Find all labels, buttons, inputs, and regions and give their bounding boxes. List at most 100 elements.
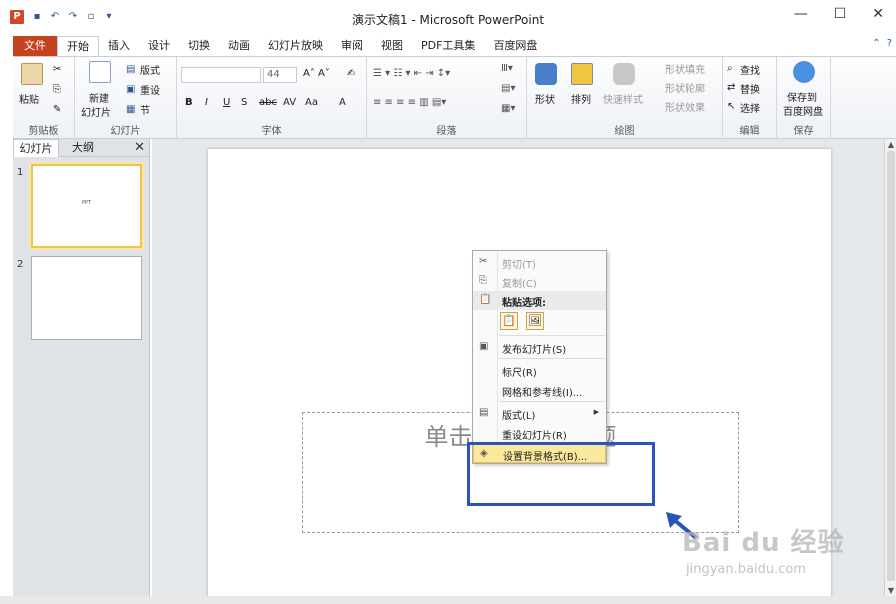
cut-icon[interactable]: ✂ [53,63,61,77]
tab-design[interactable]: 设计 [139,36,179,56]
save-to-label[interactable]: 保存到 [787,89,817,104]
shape-outline-button[interactable]: 形状轮廓 [665,80,705,95]
baidu-netdisk-icon[interactable] [793,61,815,83]
bold-button[interactable]: B [185,97,193,108]
tab-slides[interactable]: 幻灯片 [13,139,59,157]
menu-item-grid-guides[interactable]: 网格和参考线(I)... [473,381,606,400]
submenu-arrow-icon: ▶ [593,408,599,416]
ribbon-right-controls: ⌃ ? [872,38,892,49]
minimize-button[interactable]: — [794,6,808,22]
font-name-box[interactable] [181,67,261,83]
replace-button[interactable]: 替换 [740,81,760,96]
paste-icon[interactable] [21,63,43,85]
menu-item-copy[interactable]: ⎘ 复制(C) [473,272,606,291]
list-buttons[interactable]: ☰ ▾ ☷ ▾ ⇤ ⇥ ↕▾ [373,68,450,79]
close-button[interactable]: ✕ [872,6,884,22]
vertical-scrollbar[interactable]: ▲ ▼ [884,139,896,596]
tab-insert[interactable]: 插入 [99,36,139,56]
tab-review[interactable]: 审阅 [332,36,372,56]
close-panel-icon[interactable]: ✕ [134,141,145,155]
new-slide-icon[interactable] [89,61,111,83]
tab-home[interactable]: 开始 [57,36,99,56]
menu-item-label: 发布幻灯片(S) [502,345,567,356]
paste-button[interactable]: 粘贴 [19,91,39,106]
tab-pdf-tools[interactable]: PDF工具集 [412,36,484,56]
find-icon: ⌕ [727,63,733,74]
arrange-icon[interactable] [571,63,593,85]
change-case-button[interactable]: Aa [305,97,318,108]
ribbon-tabs: 文件 开始 插入 设计 切换 动画 幻灯片放映 审阅 视图 PDF工具集 百度网… [13,36,546,56]
text-direction-button[interactable]: Ⅲ▾ [501,63,513,74]
tab-slideshow[interactable]: 幻灯片放映 [259,36,332,56]
clear-format-button[interactable]: ✍ [347,68,355,79]
copy-icon[interactable]: ⎘ [53,83,61,97]
help-icon[interactable]: ? [887,38,892,49]
collapse-ribbon-icon[interactable]: ⌃ [872,38,880,49]
menu-header-paste-options: 📋 粘贴选项: [473,291,606,310]
layout-button[interactable]: 版式 [140,62,160,77]
strikethrough-button[interactable]: abc [259,97,277,108]
format-painter-icon[interactable]: ✎ [53,103,61,117]
font-size-box[interactable]: 44 [263,67,297,83]
scroll-up-icon[interactable]: ▲ [885,140,896,149]
section-button[interactable]: 节 [140,102,150,117]
tab-transitions[interactable]: 切换 [179,36,219,56]
select-button[interactable]: 选择 [740,100,760,115]
paste-picture-icon[interactable]: 🖼 [526,312,544,330]
scroll-down-icon[interactable]: ▼ [885,586,896,595]
grow-font-button[interactable]: A˄ A˅ [303,68,330,79]
paste-keep-format-icon[interactable]: 📋 [500,312,518,330]
reset-button[interactable]: 重设 [140,82,160,97]
font-color-button[interactable]: A [339,97,346,108]
menu-separator [499,358,605,359]
shape-effects-button[interactable]: 形状效果 [665,99,705,114]
window-title: 演示文稿1 - Microsoft PowerPoint [351,13,545,27]
group-label-save: 保存 [793,126,814,137]
arrange-button[interactable]: 排列 [571,91,591,106]
underline-button[interactable]: U [223,97,230,108]
slide-thumbnail-2[interactable] [31,256,142,340]
italic-button[interactable]: I [205,97,208,108]
maximize-button[interactable]: ☐ [834,6,847,22]
char-spacing-button[interactable]: AV [283,97,296,108]
align-buttons[interactable]: ≡ ≡ ≡ ≡ ▥ ▤▾ [373,97,446,108]
slide-thumbnail-1[interactable]: PPT [31,164,142,248]
copy-icon: ⎘ [479,275,487,286]
scrollbar-thumb[interactable] [887,151,895,581]
shape-fill-button[interactable]: 形状填充 [665,61,705,76]
quick-styles-button[interactable]: 快速样式 [603,91,643,106]
smartart-button[interactable]: ▦▾ [501,103,515,114]
tab-file[interactable]: 文件 [13,36,57,56]
shapes-button[interactable]: 形状 [535,91,555,106]
find-button[interactable]: 查找 [740,62,760,77]
menu-item-ruler[interactable]: 标尺(R) [473,361,606,380]
shapes-icon[interactable] [535,63,557,85]
reset-icon: ▣ [126,84,136,95]
shadow-button[interactable]: S [241,97,247,108]
group-label-font: 字体 [261,126,282,137]
publish-icon: ▣ [479,341,489,352]
tab-animations[interactable]: 动画 [219,36,259,56]
menu-item-reset-slide[interactable]: 重设幻灯片(R) [473,424,606,443]
menu-item-label: 复制(C) [502,279,537,290]
tab-outline[interactable]: 大纲 [63,139,103,157]
menu-item-publish-slides[interactable]: ▣ 发布幻灯片(S) [473,338,606,357]
menu-item-label: 剪切(T) [502,260,536,271]
new-slide-label2[interactable]: 幻灯片 [81,104,111,119]
slide-thumbnail-text: PPT [81,200,92,206]
menu-separator [499,335,605,336]
new-slide-label[interactable]: 新建 [89,90,109,105]
menu-item-label: 粘贴选项: [502,298,546,309]
section-icon: ▦ [126,104,136,115]
menu-item-cut[interactable]: ✂ 剪切(T) [473,253,606,272]
quick-styles-icon [613,63,635,85]
title-bar: P ▪ ↶ ↷ ▫ ▾ 演示文稿1 - Microsoft PowerPoint… [0,0,896,36]
group-drawing: 形状 排列 快速样式 形状填充 形状轮廓 形状效果 绘图 [527,57,723,139]
slides-panel: 幻灯片 大纲 ✕ 1 PPT 2 [13,139,150,596]
baidu-netdisk-label[interactable]: 百度网盘 [783,103,823,118]
align-text-button[interactable]: ▤▾ [501,83,515,94]
tab-baidu-netdisk[interactable]: 百度网盘 [484,36,546,56]
tab-view[interactable]: 视图 [372,36,412,56]
slide-number: 2 [17,259,24,270]
menu-item-layout[interactable]: ▤ 版式(L) ▶ [473,404,606,423]
